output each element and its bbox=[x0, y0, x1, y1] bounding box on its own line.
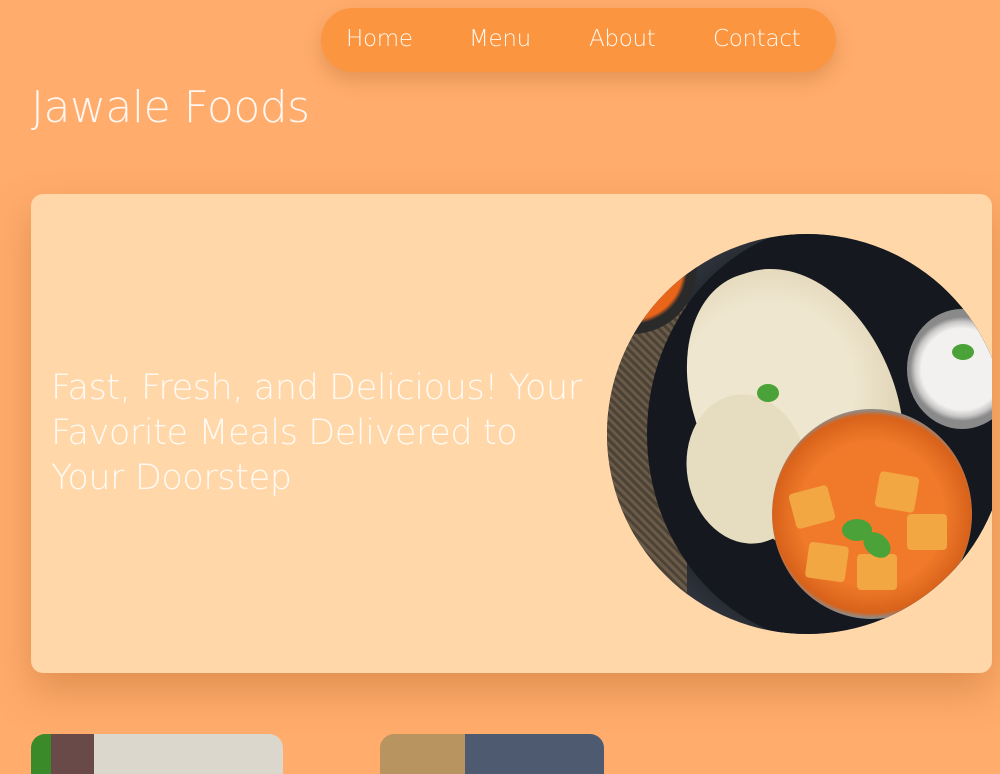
nav-home[interactable]: Home bbox=[346, 26, 413, 52]
nav-about[interactable]: About bbox=[589, 26, 656, 52]
menu-item-image[interactable] bbox=[31, 734, 283, 774]
menu-item-image[interactable] bbox=[380, 734, 604, 774]
nav-contact[interactable]: Contact bbox=[713, 26, 801, 52]
nav-menu[interactable]: Menu bbox=[469, 26, 531, 52]
hero-food-image bbox=[607, 234, 992, 634]
top-nav: Home Menu About Contact bbox=[321, 8, 836, 72]
hero-card: Fast, Fresh, and Delicious! Your Favorit… bbox=[31, 194, 992, 673]
hero-tagline: Fast, Fresh, and Delicious! Your Favorit… bbox=[51, 368, 582, 498]
brand-title: Jawale Foods bbox=[31, 82, 310, 133]
